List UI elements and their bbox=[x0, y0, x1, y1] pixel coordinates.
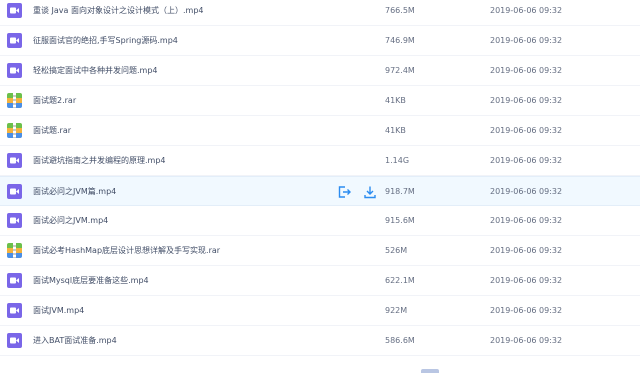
file-date: 2019-06-06 09:32 bbox=[490, 126, 563, 135]
file-date: 2019-06-06 09:32 bbox=[490, 336, 563, 345]
file-size: 972.4M bbox=[385, 66, 415, 75]
download-icon[interactable] bbox=[362, 184, 378, 200]
video-file-icon bbox=[7, 33, 22, 48]
file-size: 41KB bbox=[385, 126, 406, 135]
file-name[interactable]: 面试避坑指南之并发编程的原理.mp4 bbox=[33, 146, 166, 176]
file-name[interactable]: 面试JVM.mp4 bbox=[33, 296, 84, 326]
file-size: 915.6M bbox=[385, 216, 415, 225]
file-size: 746.9M bbox=[385, 36, 415, 45]
file-row[interactable]: 征服面试官的绝招,手写Spring源码.mp4 746.9M 2019-06-0… bbox=[0, 26, 640, 56]
file-size: 922M bbox=[385, 306, 408, 315]
file-row[interactable]: 面试JVM.mp4 922M 2019-06-06 09:32 bbox=[0, 296, 640, 326]
file-name[interactable]: 重谈 Java 面向对象设计之设计模式（上）.mp4 bbox=[33, 0, 204, 26]
file-date: 2019-06-06 09:32 bbox=[490, 156, 563, 165]
archive-file-icon bbox=[7, 93, 22, 108]
video-file-icon bbox=[7, 153, 22, 168]
file-name[interactable]: 面试必问之JVM篇.mp4 bbox=[33, 177, 116, 207]
archive-file-icon bbox=[7, 123, 22, 138]
archive-file-icon bbox=[7, 243, 22, 258]
file-name[interactable]: 面试必问之JVM.mp4 bbox=[33, 206, 108, 236]
file-size: 526M bbox=[385, 246, 408, 255]
scroll-indicator[interactable] bbox=[421, 369, 439, 373]
file-row[interactable]: 进入BAT面试准备.mp4 586.6M 2019-06-06 09:32 bbox=[0, 326, 640, 356]
file-row[interactable]: 面试Mysql底层要准备这些.mp4 622.1M 2019-06-06 09:… bbox=[0, 266, 640, 296]
file-size: 622.1M bbox=[385, 276, 415, 285]
file-size: 1.14G bbox=[385, 156, 410, 165]
file-date: 2019-06-06 09:32 bbox=[490, 66, 563, 75]
file-row[interactable]: 面试必考HashMap底层设计思想详解及手写实现.rar 526M 2019-0… bbox=[0, 236, 640, 266]
video-file-icon bbox=[7, 184, 22, 199]
file-name[interactable]: 面试题2.rar bbox=[33, 86, 76, 116]
video-file-icon bbox=[7, 303, 22, 318]
file-date: 2019-06-06 09:32 bbox=[490, 6, 563, 15]
file-date: 2019-06-06 09:32 bbox=[490, 246, 563, 255]
video-file-icon bbox=[7, 3, 22, 18]
video-file-icon bbox=[7, 213, 22, 228]
file-date: 2019-06-06 09:32 bbox=[490, 306, 563, 315]
file-name[interactable]: 征服面试官的绝招,手写Spring源码.mp4 bbox=[33, 26, 178, 56]
file-date: 2019-06-06 09:32 bbox=[490, 216, 563, 225]
file-list: 重谈 Java 面向对象设计之设计模式（上）.mp4 766.5M 2019-0… bbox=[0, 0, 640, 356]
file-row[interactable]: 面试题.rar 41KB 2019-06-06 09:32 bbox=[0, 116, 640, 146]
file-size: 41KB bbox=[385, 96, 406, 105]
file-date: 2019-06-06 09:32 bbox=[490, 187, 563, 196]
row-actions bbox=[336, 184, 378, 200]
video-file-icon bbox=[7, 63, 22, 78]
file-row[interactable]: 面试避坑指南之并发编程的原理.mp4 1.14G 2019-06-06 09:3… bbox=[0, 146, 640, 176]
file-name[interactable]: 进入BAT面试准备.mp4 bbox=[33, 326, 117, 356]
file-row[interactable]: 面试必问之JVM篇.mp4 918.7M 2019-06-06 09:32 bbox=[0, 176, 640, 206]
file-row[interactable]: 轻松搞定面试中各种并发问题.mp4 972.4M 2019-06-06 09:3… bbox=[0, 56, 640, 86]
file-date: 2019-06-06 09:32 bbox=[490, 36, 563, 45]
file-size: 766.5M bbox=[385, 6, 415, 15]
file-row[interactable]: 面试必问之JVM.mp4 915.6M 2019-06-06 09:32 bbox=[0, 206, 640, 236]
video-file-icon bbox=[7, 273, 22, 288]
share-icon[interactable] bbox=[336, 184, 352, 200]
video-file-icon bbox=[7, 333, 22, 348]
file-date: 2019-06-06 09:32 bbox=[490, 96, 563, 105]
file-size: 918.7M bbox=[385, 187, 415, 196]
file-name[interactable]: 轻松搞定面试中各种并发问题.mp4 bbox=[33, 56, 158, 86]
file-date: 2019-06-06 09:32 bbox=[490, 276, 563, 285]
file-name[interactable]: 面试题.rar bbox=[33, 116, 71, 146]
file-size: 586.6M bbox=[385, 336, 415, 345]
file-name[interactable]: 面试必考HashMap底层设计思想详解及手写实现.rar bbox=[33, 236, 220, 266]
file-row[interactable]: 面试题2.rar 41KB 2019-06-06 09:32 bbox=[0, 86, 640, 116]
file-row[interactable]: 重谈 Java 面向对象设计之设计模式（上）.mp4 766.5M 2019-0… bbox=[0, 0, 640, 26]
file-name[interactable]: 面试Mysql底层要准备这些.mp4 bbox=[33, 266, 149, 296]
